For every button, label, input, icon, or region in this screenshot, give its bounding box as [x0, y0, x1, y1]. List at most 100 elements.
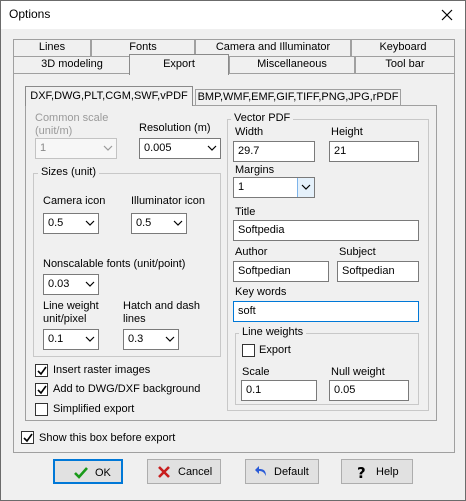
illuminator-icon-value: 0.5 [136, 217, 152, 229]
line-weight-select[interactable]: 0.1 [43, 329, 99, 350]
dropdown-arrow-icon [103, 143, 113, 153]
tab-toolbar[interactable]: Tool bar [355, 56, 455, 73]
nonscalable-fonts-value: 0.03 [48, 278, 70, 290]
margins-label: Margins [235, 164, 275, 176]
line-weights-title: Line weights [239, 326, 307, 338]
dropdown-arrow-icon [301, 184, 311, 190]
camera-icon-value: 0.5 [48, 217, 64, 229]
tab-label: Miscellaneous [257, 58, 327, 70]
help-button[interactable]: ? Help [341, 459, 413, 484]
tab-label: Lines [38, 41, 66, 53]
nonscalable-fonts-select[interactable]: 0.03 [43, 274, 99, 295]
ok-check-icon [73, 465, 89, 481]
width-label: Width [235, 126, 264, 138]
insert-raster-label: Insert raster images [53, 364, 151, 376]
common-scale-value: 1 [40, 142, 47, 154]
height-input[interactable]: 21 [329, 141, 419, 162]
dropdown-arrow-icon [85, 334, 95, 344]
author-input[interactable]: Softpedian [233, 261, 329, 282]
tab-label: 3D modeling [41, 58, 103, 70]
dropdown-arrow-icon [207, 143, 217, 153]
dropdown-arrow-icon [85, 279, 95, 289]
dropdown-arrow-icon [165, 334, 175, 344]
tab-lines[interactable]: Lines [13, 39, 91, 56]
keywords-value: soft [238, 305, 256, 317]
tab-label: Fonts [129, 41, 157, 53]
simplified-export-label: Simplified export [53, 403, 135, 415]
null-weight-value: 0.05 [334, 384, 356, 396]
null-weight-input[interactable]: 0.05 [329, 380, 409, 401]
tab-3d-modeling[interactable]: 3D modeling [13, 56, 131, 73]
checkmark-icon [23, 433, 33, 443]
tab-label: Camera and Illuminator [215, 41, 331, 53]
cancel-x-icon [156, 464, 172, 480]
simplified-export-checkbox[interactable] [35, 403, 48, 416]
camera-icon-select[interactable]: 0.5 [43, 213, 99, 234]
title-value: Softpedia [238, 224, 285, 236]
show-box-before-export-checkbox[interactable] [21, 431, 34, 444]
resolution-select[interactable]: 0.005 [139, 138, 221, 159]
common-scale-select[interactable]: 1 [35, 138, 117, 159]
default-arrow-icon [254, 464, 270, 480]
export-line-weights-checkbox[interactable] [242, 344, 255, 357]
tab-keyboard[interactable]: Keyboard [351, 39, 455, 56]
title-label: Title [235, 206, 256, 218]
subtab-label: DXF,DWG,PLT,CGM,SWF,vPDF [30, 90, 188, 102]
ok-button[interactable]: OK [53, 459, 123, 484]
nonscalable-fonts-label: Nonscalable fonts (unit/point) [43, 258, 186, 270]
subtab-raster-formats[interactable]: BMP,WMF,EMF,GIF,TIFF,PNG,JPG,rPDF [195, 89, 401, 106]
show-box-before-export-label: Show this box before export [39, 432, 176, 444]
subject-label: Subject [339, 246, 376, 258]
width-value: 29.7 [238, 145, 260, 157]
cancel-button-label: Cancel [178, 466, 213, 478]
default-button[interactable]: Default [245, 459, 319, 484]
title-input[interactable]: Softpedia [233, 220, 419, 241]
author-value: Softpedian [238, 265, 291, 277]
keywords-label: Key words [235, 286, 287, 298]
hatch-dash-select[interactable]: 0.3 [123, 329, 179, 350]
title-bar: Options [1, 1, 465, 29]
cancel-button[interactable]: Cancel [147, 459, 221, 484]
tab-label: Keyboard [379, 41, 427, 53]
resolution-value: 0.005 [144, 142, 172, 154]
tab-miscellaneous[interactable]: Miscellaneous [229, 56, 355, 73]
common-scale-label: Common scale (unit/m) [35, 112, 109, 137]
checkmark-icon [37, 366, 47, 376]
null-weight-label: Null weight [331, 366, 385, 378]
height-value: 21 [334, 145, 347, 157]
help-question-icon: ? [354, 464, 370, 482]
width-input[interactable]: 29.7 [233, 141, 315, 162]
dropdown-arrow-icon [173, 218, 183, 228]
line-weight-value: 0.1 [48, 333, 64, 345]
subtab-vector-formats[interactable]: DXF,DWG,PLT,CGM,SWF,vPDF [25, 86, 193, 106]
subtab-label: BMP,WMF,EMF,GIF,TIFF,PNG,JPG,rPDF [197, 91, 399, 103]
tab-export[interactable]: Export [129, 54, 229, 75]
options-dialog: Options Lines Fonts Camera and Illuminat… [0, 0, 466, 501]
margins-value: 1 [238, 181, 245, 193]
resolution-label: Resolution (m) [139, 122, 211, 134]
hatch-dash-value: 0.3 [128, 333, 144, 345]
close-icon [441, 9, 453, 21]
insert-raster-checkbox[interactable] [35, 364, 48, 377]
margins-dropdown-button[interactable] [297, 178, 314, 197]
tab-label: Export [163, 58, 195, 70]
hatch-dash-label: Hatch and dash lines [123, 300, 201, 325]
margins-select[interactable]: 1 [233, 177, 315, 198]
author-label: Author [235, 246, 268, 258]
add-dwg-background-checkbox[interactable] [35, 383, 48, 396]
export-line-weights-label: Export [259, 344, 291, 356]
subject-input[interactable]: Softpedian [337, 261, 419, 282]
ok-button-label: OK [95, 467, 111, 479]
camera-icon-label: Camera icon [43, 195, 106, 207]
illuminator-icon-label: Illuminator icon [131, 195, 205, 207]
subject-value: Softpedian [342, 265, 395, 277]
illuminator-icon-select[interactable]: 0.5 [131, 213, 187, 234]
sizes-group-title: Sizes (unit) [38, 166, 100, 178]
add-dwg-background-label: Add to DWG/DXF background [53, 383, 201, 395]
checkmark-icon [37, 385, 47, 395]
scale-input[interactable]: 0.1 [241, 380, 317, 401]
keywords-input[interactable]: soft [233, 301, 419, 322]
close-button[interactable] [429, 1, 465, 29]
height-label: Height [331, 126, 363, 138]
dropdown-arrow-icon [85, 218, 95, 228]
